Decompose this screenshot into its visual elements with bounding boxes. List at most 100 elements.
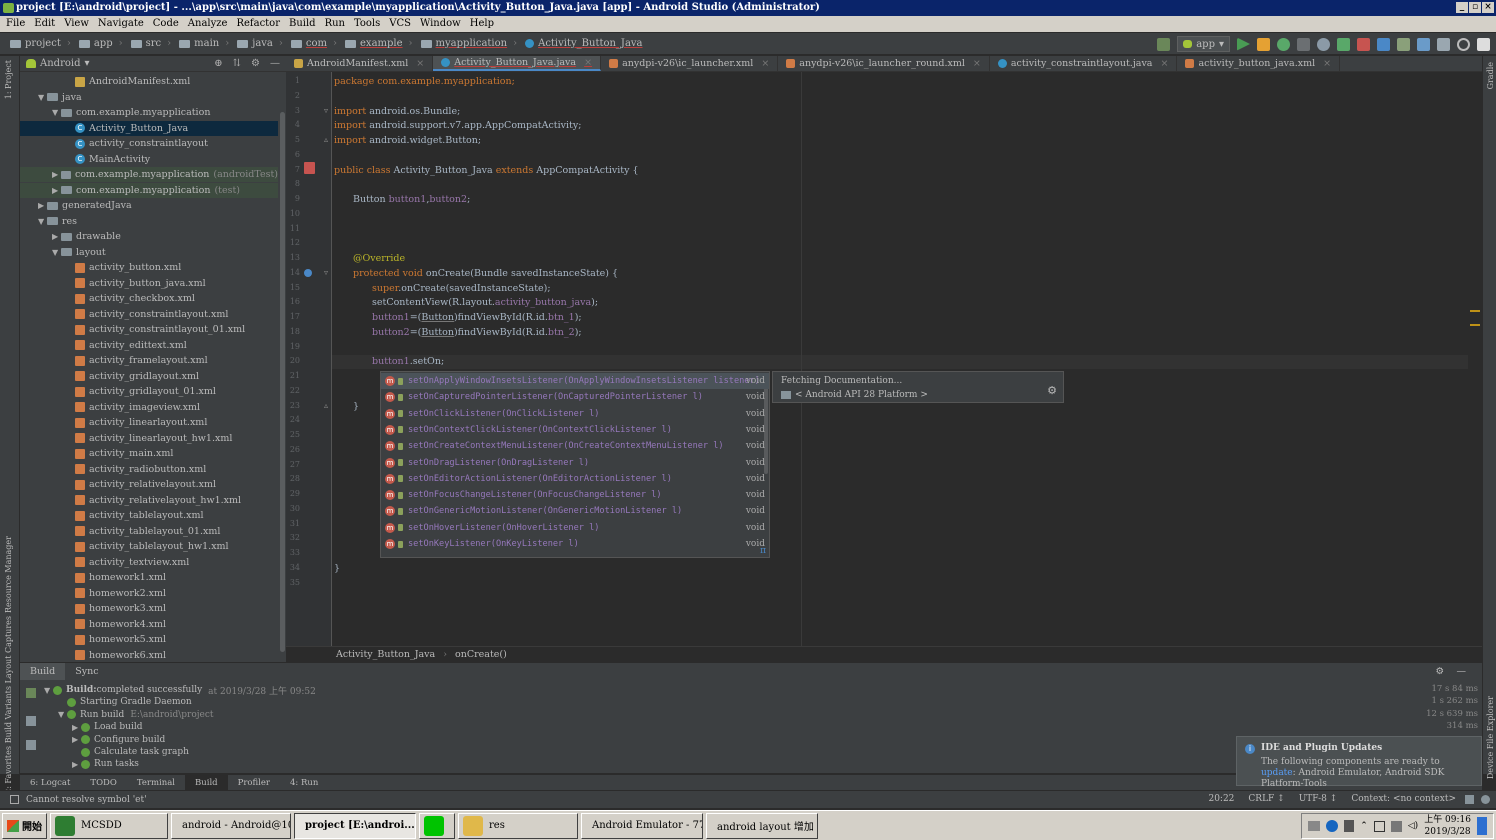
attach-debugger-icon[interactable] xyxy=(1337,37,1350,51)
close-icon[interactable]: × xyxy=(973,58,981,69)
device-file-explorer-tool-tab[interactable]: Device File Explorer xyxy=(1486,696,1495,779)
chevron-right-icon[interactable]: ▶ xyxy=(72,760,81,769)
run-gutter-icon[interactable] xyxy=(304,162,315,174)
tree-item[interactable]: ▶ com.example.myapplication (androidTest) xyxy=(20,167,278,182)
clock[interactable]: 上午 09:16 2019/3/28 xyxy=(1424,814,1471,838)
tool-tab-profiler[interactable]: Profiler xyxy=(228,778,280,788)
editor-tab[interactable]: Activity_Button_Java.java × xyxy=(433,56,602,71)
build-tree-item[interactable]: ▶ Run tasks xyxy=(72,758,139,770)
build-tree-item[interactable]: Calculate task graph xyxy=(72,746,189,758)
chevron-down-icon[interactable]: ▼ xyxy=(38,93,47,102)
tree-item[interactable]: activity_button_java.xml xyxy=(66,276,206,291)
chevron-down-icon[interactable]: ▼ xyxy=(52,108,61,117)
tool-tab-todo[interactable]: TODO xyxy=(80,778,126,788)
tool-tab-build[interactable]: Build xyxy=(185,774,228,791)
tree-item[interactable]: activity_gridlayout.xml xyxy=(66,369,199,384)
keyboard-icon[interactable] xyxy=(1308,821,1321,831)
build-tree-item[interactable]: Starting Gradle Daemon xyxy=(58,696,192,708)
tree-item[interactable]: C Activity_Button_Java xyxy=(20,120,278,136)
chevron-down-icon[interactable]: ▼ xyxy=(38,217,47,226)
tree-item[interactable]: ▼ com.example.myapplication xyxy=(52,105,210,120)
build-tree-item[interactable]: ▶ Load build xyxy=(72,721,142,733)
override-gutter-icon[interactable] xyxy=(304,269,312,277)
tree-item[interactable]: ▶ drawable xyxy=(52,229,121,244)
caret-position[interactable]: 20:22 xyxy=(1208,794,1234,804)
chevron-right-icon[interactable]: ▶ xyxy=(72,723,81,732)
hide-icon[interactable]: — xyxy=(1447,666,1477,677)
help-icon[interactable] xyxy=(1326,820,1339,832)
menu-item-navigate[interactable]: Navigate xyxy=(98,16,144,32)
tree-item[interactable]: activity_relativelayout.xml xyxy=(66,477,216,492)
stop-icon[interactable] xyxy=(1357,37,1370,51)
build-tree-item[interactable]: ▼ Build: completed successfully at 2019/3/… xyxy=(44,684,316,697)
menu-item-vcs[interactable]: VCS xyxy=(389,16,411,32)
chevron-right-icon[interactable]: ▶ xyxy=(52,170,61,179)
build-tree-item[interactable]: ▼ Run build E:\android\project xyxy=(58,709,214,721)
editor-tab[interactable]: activity_button_java.xml × xyxy=(1177,56,1341,71)
chevron-right-icon[interactable]: ▶ xyxy=(52,232,61,241)
tree-item[interactable]: ▼ layout xyxy=(52,245,106,260)
apply-changes-icon[interactable] xyxy=(1257,37,1270,51)
completion-item[interactable]: m setOnClickListener(OnClickListener l) vo… xyxy=(381,406,769,422)
tree-item[interactable]: activity_tablelayout.xml xyxy=(66,508,204,523)
breadcrumb-item[interactable]: com › xyxy=(290,38,337,49)
tree-item[interactable]: activity_main.xml xyxy=(66,446,173,461)
run-config-dropdown[interactable]: app ▾ xyxy=(1177,36,1230,52)
target-icon[interactable]: ⊕ xyxy=(214,58,222,69)
network-icon[interactable] xyxy=(1344,820,1355,832)
completion-item[interactable]: m setOnContextClickListener(OnContextClic… xyxy=(381,422,769,438)
chevron-down-icon[interactable]: ▼ xyxy=(44,686,53,695)
start-button[interactable]: 開始 xyxy=(2,812,47,839)
completion-item[interactable]: m setOnEditorActionListener(OnEditorActio… xyxy=(381,471,769,487)
show-desktop-button[interactable] xyxy=(1477,817,1487,835)
build-tree-item[interactable]: ▶ Configure build xyxy=(72,734,165,746)
breadcrumb-item[interactable]: project › xyxy=(10,38,71,49)
menu-item-help[interactable]: Help xyxy=(470,16,494,32)
completion-item[interactable]: m setOnFocusChangeListener(OnFocusChangeL… xyxy=(381,487,769,503)
taskbar-task[interactable]: res xyxy=(458,812,578,839)
tab-build[interactable]: Build xyxy=(20,662,66,681)
tree-item[interactable]: activity_tablelayout_hw1.xml xyxy=(66,539,229,554)
pin-icon[interactable] xyxy=(26,740,36,750)
close-button[interactable]: × xyxy=(1482,2,1494,13)
file-encoding[interactable]: UTF-8 ↕ xyxy=(1299,794,1338,804)
editor-tab[interactable]: anydpi-v26\ic_launcher.xml × xyxy=(601,56,779,71)
coverage-icon[interactable] xyxy=(1297,37,1310,51)
tree-item[interactable]: homework2.xml xyxy=(66,586,166,601)
breadcrumb-item[interactable]: src › xyxy=(130,38,171,49)
tree-item[interactable]: activity_gridlayout_01.xml xyxy=(66,384,216,399)
profile-icon[interactable] xyxy=(1317,37,1330,51)
project-tree-scrollbar[interactable] xyxy=(278,72,286,662)
tool-tab-terminal[interactable]: Terminal xyxy=(127,778,185,788)
completion-item[interactable]: m setOnKeyListener(OnKeyListener l) void xyxy=(381,536,769,552)
menu-item-tools[interactable]: Tools xyxy=(354,16,380,32)
close-icon[interactable]: × xyxy=(1160,58,1168,69)
tree-item[interactable]: ▼ res xyxy=(38,214,77,229)
gear-icon[interactable]: ⚙ xyxy=(1047,384,1057,397)
tree-item[interactable]: activity_radiobutton.xml xyxy=(66,462,206,477)
chevron-down-icon[interactable]: ▼ xyxy=(58,710,67,719)
favorites-tool-tab[interactable]: 2: Favorites xyxy=(4,746,13,794)
taskbar-task[interactable]: android - Android@10... xyxy=(171,812,291,839)
taskbar-task[interactable]: Android Emulator - 77... xyxy=(581,812,703,839)
close-icon[interactable]: × xyxy=(1323,58,1331,69)
debug-icon[interactable] xyxy=(1277,37,1290,51)
close-icon[interactable]: × xyxy=(584,57,592,68)
fold-marker-icon[interactable]: ▵ xyxy=(324,401,328,410)
tree-item[interactable]: activity_constraintlayout_01.xml xyxy=(66,322,245,337)
gear-icon[interactable]: ⚙ xyxy=(251,58,260,69)
tool-tab-run[interactable]: 4: Run xyxy=(280,778,328,788)
tree-item[interactable]: activity_relativelayout_hw1.xml xyxy=(66,493,241,508)
search-icon[interactable] xyxy=(1457,37,1470,51)
tree-item[interactable]: ▶ generatedJava xyxy=(38,198,132,213)
tree-item[interactable]: activity_textview.xml xyxy=(66,555,189,570)
update-notification[interactable]: i IDE and Plugin Updates The following c… xyxy=(1236,736,1482,789)
menu-item-refactor[interactable]: Refactor xyxy=(236,16,280,32)
tree-item[interactable]: activity_checkbox.xml xyxy=(66,291,195,306)
editor-tab[interactable]: AndroidManifest.xml × xyxy=(286,56,434,71)
breadcrumb-item[interactable]: Activity_Button_Java xyxy=(525,38,643,49)
breadcrumb-item[interactable]: java › xyxy=(237,38,283,49)
hide-icon[interactable]: — xyxy=(270,58,280,69)
inspector-icon[interactable] xyxy=(1481,795,1490,804)
flag-icon[interactable] xyxy=(1373,820,1385,832)
